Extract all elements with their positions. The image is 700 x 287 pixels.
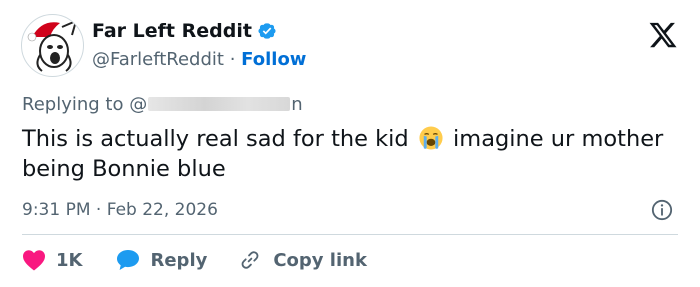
link-icon <box>241 251 259 269</box>
reply-label: Reply <box>150 249 208 271</box>
replying-prefix: Replying to @ <box>22 94 148 115</box>
loudly-crying-face-emoji <box>419 126 443 150</box>
copy-link-label: Copy link <box>273 249 367 271</box>
tweet-text: This is actually real sad for the kid im… <box>22 124 682 184</box>
replying-suffix[interactable]: n <box>291 94 302 115</box>
like-button[interactable]: 1K <box>22 249 82 271</box>
timestamp[interactable]: 9:31 PM · Feb 22, 2026 <box>22 200 218 220</box>
author-name-row: Far Left Reddit <box>92 20 277 42</box>
author-handle[interactable]: @FarleftReddit <box>92 49 224 70</box>
redacted-username <box>148 97 291 111</box>
timestamp-time: 9:31 PM <box>22 200 91 220</box>
avatar[interactable] <box>21 14 84 77</box>
author-name[interactable]: Far Left Reddit <box>92 20 252 42</box>
divider <box>22 234 678 235</box>
heart-icon <box>23 250 45 271</box>
likes-count: 1K <box>56 249 83 271</box>
tweet-card: Far Left Reddit @FarleftReddit · Follow … <box>0 0 700 287</box>
x-logo-icon[interactable] <box>648 20 678 50</box>
follow-button[interactable]: Follow <box>241 49 306 70</box>
tweet-text-part-1: This is actually real sad for the kid <box>22 126 409 152</box>
timestamp-date: Feb 22, 2026 <box>106 200 218 220</box>
action-bar: 1K Reply Copy link <box>22 247 367 273</box>
timestamp-separator: · <box>95 200 102 220</box>
handle-separator: · <box>229 49 236 70</box>
author-handle-row: @FarleftReddit · Follow <box>92 49 306 70</box>
replying-to: Replying to @ n <box>22 94 303 115</box>
info-icon[interactable] <box>651 199 673 221</box>
speech-bubble-icon <box>117 250 140 270</box>
verified-badge-icon <box>258 23 276 39</box>
copy-link-button[interactable]: Copy link <box>237 249 367 271</box>
reply-button[interactable]: Reply <box>116 249 207 271</box>
